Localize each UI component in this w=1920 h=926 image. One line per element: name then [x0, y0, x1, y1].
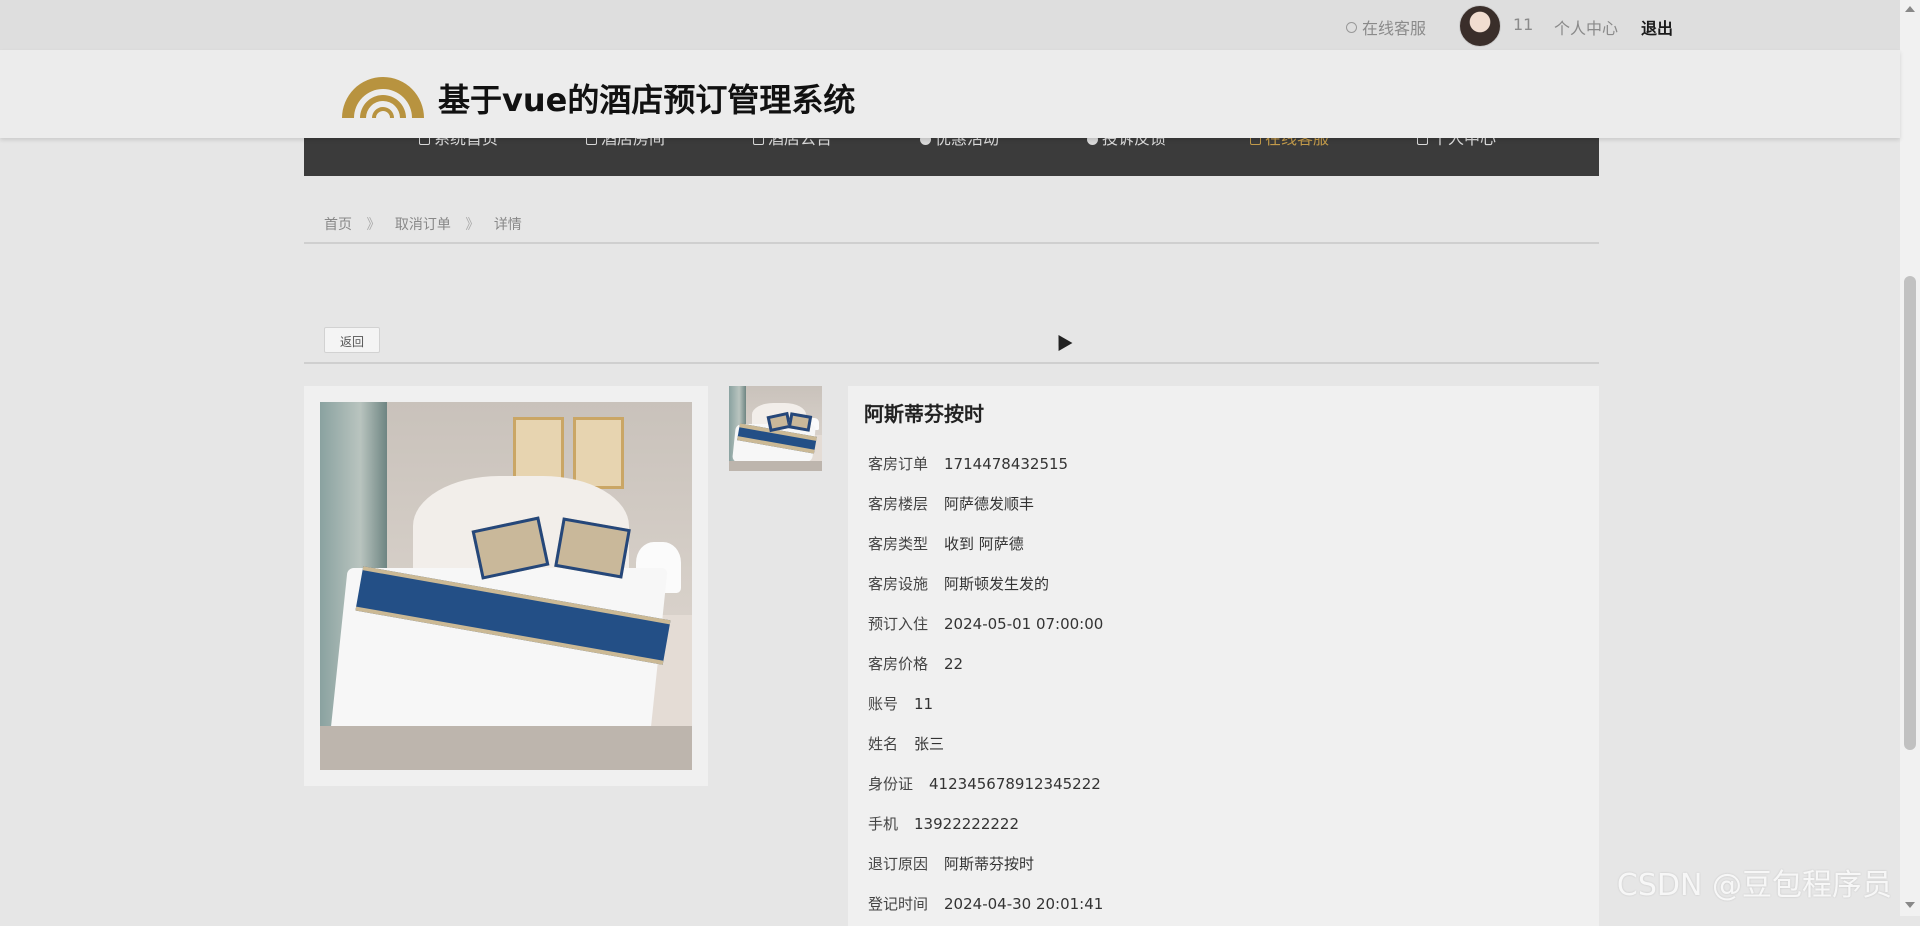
- order-detail-panel: 阿斯蒂芬按时 客房订单 1714478432515 客房楼层 阿萨德发顺丰 客房类型…: [848, 386, 1599, 926]
- field-label: 客房楼层: [868, 495, 929, 513]
- detail-row: 手机 13922222222: [868, 813, 1019, 834]
- field-label: 账号: [868, 695, 899, 713]
- detail-row: 客房价格 22: [868, 653, 963, 674]
- breadcrumb-current: 详情: [493, 217, 522, 233]
- field-value: 11: [914, 695, 934, 713]
- field-value: 张三: [914, 735, 945, 753]
- mouse-cursor-icon: [1051, 330, 1073, 352]
- detail-row: 客房楼层 阿萨德发顺丰: [868, 493, 1034, 514]
- field-value: 阿斯蒂芬按时: [944, 855, 1035, 873]
- room-image-panel: [304, 386, 708, 786]
- scroll-down-arrow-icon[interactable]: [1905, 902, 1915, 908]
- headset-icon: [1346, 22, 1357, 33]
- detail-row: 客房订单 1714478432515: [868, 453, 1068, 474]
- field-value: 阿萨德发顺丰: [944, 495, 1035, 513]
- divider: [304, 362, 1599, 364]
- username: 11: [1513, 15, 1534, 34]
- detail-row: 客房设施 阿斯顿发生发的: [868, 573, 1049, 594]
- divider: [304, 242, 1599, 244]
- field-value: 13922222222: [914, 815, 1019, 833]
- field-value: 412345678912345222: [929, 775, 1101, 793]
- field-value: 阿斯顿发生发的: [944, 575, 1050, 593]
- detail-row: 账号 11: [868, 693, 933, 714]
- field-label: 身份证: [868, 775, 914, 793]
- personal-center-link[interactable]: 个人中心: [1554, 15, 1618, 39]
- field-value: 22: [944, 655, 964, 673]
- detail-title: 阿斯蒂芬按时: [864, 402, 984, 426]
- room-photo: [320, 402, 692, 770]
- field-label: 姓名: [868, 735, 899, 753]
- detail-row: 姓名 张三: [868, 733, 944, 754]
- detail-row: 客房类型 收到 阿萨德: [868, 533, 1024, 554]
- page-title: 基于vue的酒店预订管理系统: [438, 81, 856, 119]
- field-value: 2024-05-01 07:00:00: [944, 615, 1104, 633]
- breadcrumb-separator: 》: [465, 217, 480, 233]
- online-service-link[interactable]: 在线客服: [1346, 15, 1426, 39]
- field-label: 客房订单: [868, 455, 929, 473]
- detail-row: 身份证 412345678912345222: [868, 773, 1101, 794]
- scroll-thumb[interactable]: [1904, 276, 1916, 750]
- logout-link[interactable]: 退出: [1641, 15, 1673, 39]
- field-label: 客房价格: [868, 655, 929, 673]
- room-thumbnail[interactable]: [729, 386, 822, 471]
- field-label: 客房设施: [868, 575, 929, 593]
- scroll-up-arrow-icon[interactable]: [1905, 6, 1915, 12]
- field-label: 登记时间: [868, 895, 929, 913]
- watermark: CSDN @豆包程序员: [1616, 868, 1892, 903]
- field-value: 1714478432515: [944, 455, 1069, 473]
- field-label: 手机: [868, 815, 899, 833]
- site-header: 基于vue的酒店预订管理系统: [0, 50, 1900, 138]
- top-utility-bar: 在线客服 11 个人中心 退出: [0, 0, 1900, 50]
- field-value: 收到 阿萨德: [944, 535, 1024, 553]
- breadcrumb-section[interactable]: 取消订单: [395, 217, 451, 233]
- breadcrumb-home[interactable]: 首页: [324, 217, 352, 233]
- field-value: 2024-04-30 20:01:41: [944, 895, 1104, 913]
- detail-row: 登记时间 2024-04-30 20:01:41: [868, 893, 1103, 914]
- scrollbar[interactable]: [1900, 0, 1920, 916]
- back-button[interactable]: 返回: [324, 327, 380, 353]
- field-label: 退订原因: [868, 855, 929, 873]
- breadcrumb-separator: 》: [366, 217, 381, 233]
- field-label: 客房类型: [868, 535, 929, 553]
- field-label: 预订入住: [868, 615, 929, 633]
- detail-row: 预订入住 2024-05-01 07:00:00: [868, 613, 1103, 634]
- breadcrumb: 首页 》 取消订单 》 详情: [324, 214, 532, 234]
- hotel-logo-icon[interactable]: [338, 68, 428, 124]
- detail-row: 退订原因 阿斯蒂芬按时: [868, 853, 1034, 874]
- avatar[interactable]: [1459, 5, 1501, 47]
